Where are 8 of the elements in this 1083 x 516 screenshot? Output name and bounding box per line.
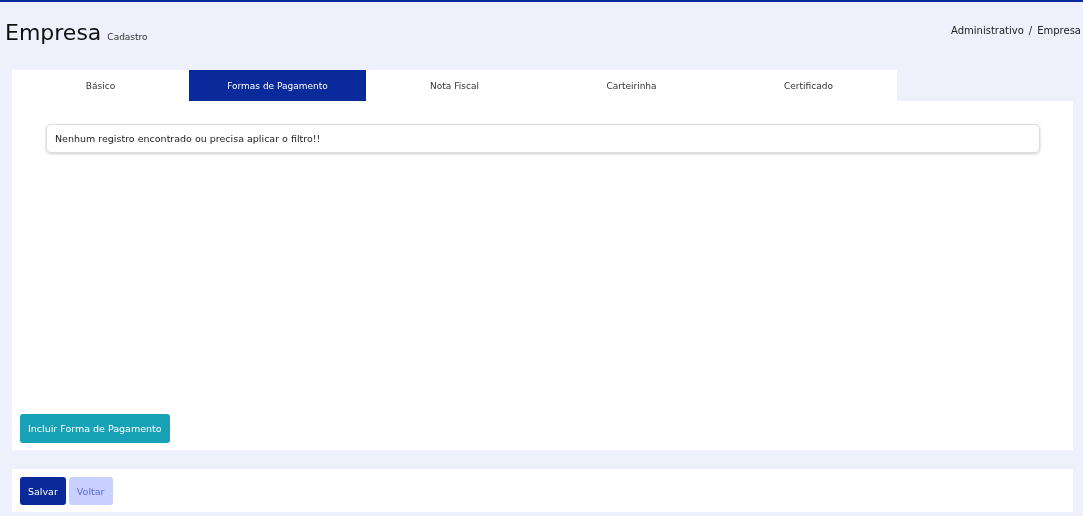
breadcrumb-item: Empresa — [1037, 25, 1081, 36]
save-button[interactable]: Salvar — [20, 477, 66, 505]
tab[interactable]: Formas de Pagamento — [189, 70, 366, 101]
page-title: Empresa — [5, 20, 102, 45]
breadcrumb-item[interactable]: Administrativo — [951, 25, 1024, 36]
breadcrumb-separator: / — [1028, 25, 1033, 36]
page-subtitle: Cadastro — [107, 32, 148, 42]
empty-message: Nenhum registro encontrado ou precisa aplicar o filtro!! — [46, 124, 1040, 153]
